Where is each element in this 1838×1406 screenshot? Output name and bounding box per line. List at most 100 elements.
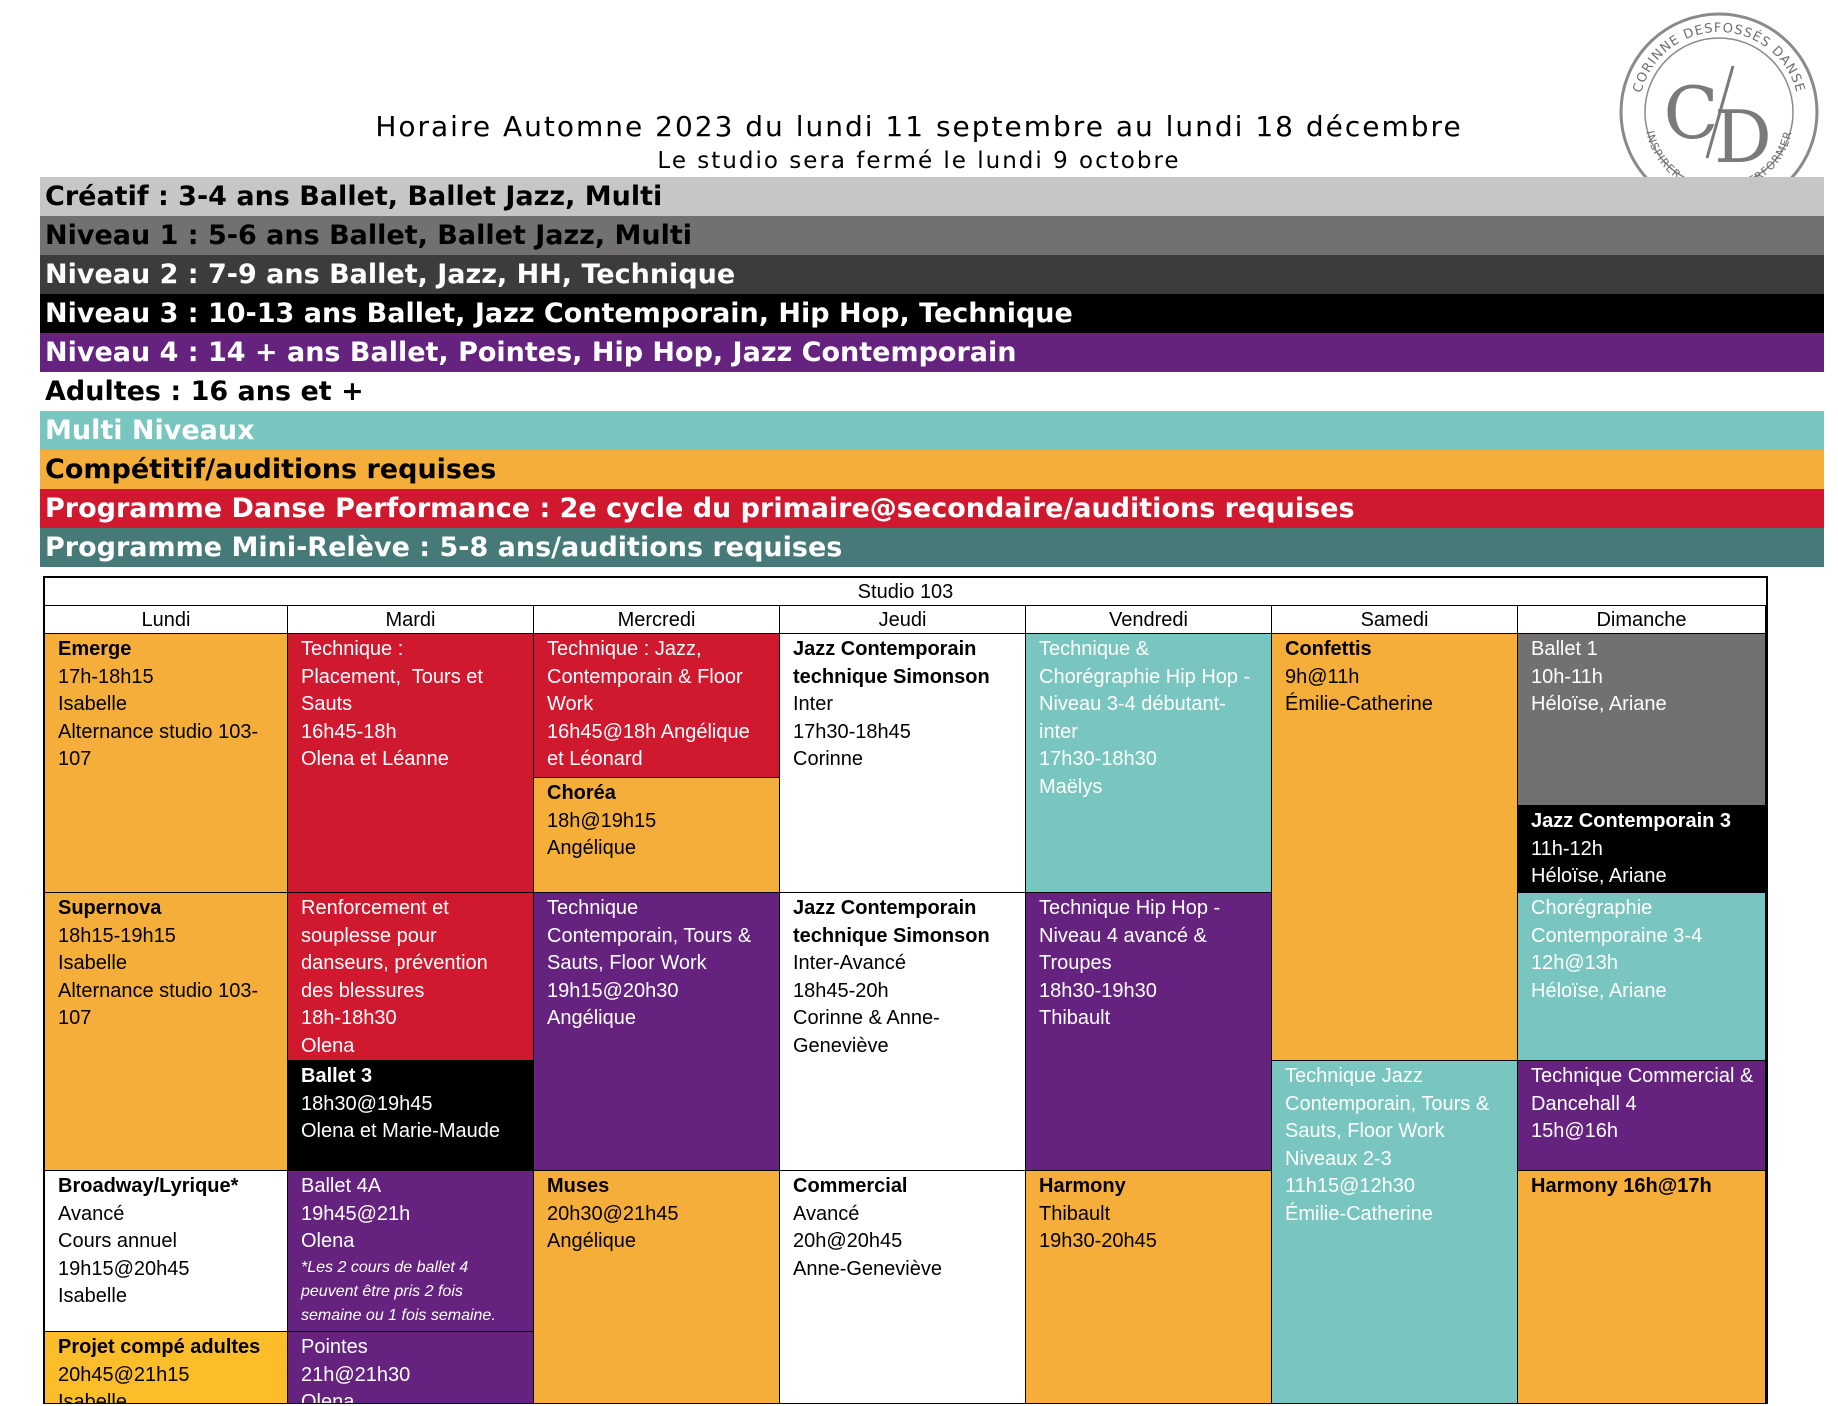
class-name: Broadway/Lyrique*	[58, 1175, 239, 1197]
class-name: Projet compé adultes	[58, 1336, 261, 1358]
class-detail: Héloïse, Ariane	[1531, 979, 1667, 1002]
legend-band: Compétitif/auditions requises	[40, 450, 1824, 489]
class-detail: Inter	[793, 693, 834, 715]
legend-band: Créatif : 3-4 ans Ballet, Ballet Jazz, M…	[40, 177, 1824, 216]
class-detail: Alternance studio 103-107	[58, 979, 259, 1030]
class-name: Choréa	[547, 782, 616, 804]
legend-band: Multi Niveaux	[40, 411, 1824, 450]
class-cell-mardi: Ballet 4A 19h45@21h Olena *Les 2 cours de b…	[288, 1171, 534, 1332]
legend-band: Niveau 4 : 14 + ans Ballet, Pointes, Hip…	[40, 333, 1824, 372]
class-detail: Isabelle	[58, 693, 127, 715]
day-header-jeudi: Jeudi	[780, 606, 1026, 634]
class-detail: Maëlys	[1039, 775, 1103, 798]
class-cell-samedi: Confettis 9h@11h Émilie-Catherine	[1272, 634, 1518, 1061]
class-detail: 19h15@20h45	[58, 1257, 190, 1280]
class-cell-mercredi: Technique Contemporain, Tours & Sauts, Fl…	[534, 893, 780, 1171]
class-detail: Olena	[301, 1230, 355, 1252]
class-detail: 19h45@21h	[301, 1202, 411, 1225]
class-detail: Angélique	[547, 1007, 636, 1029]
class-name: Technique : Jazz, Contemporain & Floor W…	[547, 638, 749, 715]
class-detail: Avancé	[793, 1202, 860, 1225]
class-detail: Corinne & Anne-Geneviève	[793, 1007, 940, 1057]
day-header-mercredi: Mercredi	[534, 606, 780, 634]
class-detail: 19h30-20h45	[1039, 1230, 1157, 1252]
class-detail: 18h45-20h	[793, 979, 889, 1002]
class-detail: 10h-11h	[1531, 665, 1603, 688]
class-detail: Olena et Léanne	[301, 748, 449, 770]
class-name: Confettis	[1285, 638, 1372, 660]
class-detail: Héloïse, Ariane	[1531, 865, 1667, 887]
class-detail: 17h-18h15	[58, 665, 154, 688]
class-detail: Contemporaine 3-4	[1531, 924, 1703, 947]
class-cell-mercredi: Technique : Jazz, Contemporain & Floor W…	[534, 634, 780, 778]
class-detail: Anne-Geneviève	[793, 1257, 942, 1280]
class-detail: Niveaux 2-3	[1285, 1147, 1392, 1170]
class-name: Technique Hip Hop - Niveau 4 avancé & Tr…	[1039, 897, 1226, 974]
closure-notice: Le studio sera fermé le lundi 9 octobre	[657, 148, 1181, 174]
class-detail: Isabelle	[58, 952, 127, 974]
legend-band: Niveau 2 : 7-9 ans Ballet, Jazz, HH, Tec…	[40, 255, 1824, 294]
class-name: Muses	[547, 1175, 610, 1197]
class-cell-vendredi: Technique & Chorégraphie Hip Hop - Nivea…	[1026, 634, 1272, 893]
class-name: Technique :	[301, 638, 404, 660]
class-detail: 16h45@18h Angélique et Léonard	[547, 720, 756, 771]
class-name: Supernova	[58, 897, 162, 919]
class-cell-vendredi: Harmony Thibault 19h30-20h45	[1026, 1171, 1272, 1404]
legend-band: Programme Mini-Relève : 5-8 ans/audition…	[40, 528, 1824, 567]
class-detail: Isabelle	[58, 1285, 127, 1307]
class-detail: Angélique	[547, 837, 636, 859]
class-cell-dimanche: Chorégraphie Contemporaine 3-4 12h@13h Hélo…	[1518, 893, 1766, 1061]
class-name: Renforcement et souplesse pour danseurs,…	[301, 897, 494, 1002]
class-detail: Alternance studio 103-107	[58, 720, 259, 771]
class-name: Technique & Chorégraphie Hip Hop - Nivea…	[1039, 638, 1256, 743]
class-detail: 12h@13h	[1531, 952, 1619, 974]
class-cell-lundi: Supernova 18h15-19h15 Isabelle Alternance s…	[45, 893, 288, 1171]
class-cell-dimanche: Jazz Contemporain 3 11h-12h Héloïse, Arian…	[1518, 806, 1766, 893]
class-detail: Corinne	[793, 748, 864, 770]
class-name: Ballet 4A	[301, 1175, 382, 1197]
class-detail: Placement, Tours et Sauts	[301, 665, 489, 716]
class-cell-mardi: Pointes 21h@21h30 Olena	[288, 1332, 534, 1404]
class-detail: 21h@21h30	[301, 1363, 411, 1386]
class-detail: Olena	[301, 1034, 355, 1057]
class-detail: Émilie-Catherine	[1285, 1202, 1433, 1225]
class-cell-jeudi: Jazz Contemporain technique Simonson Inte…	[780, 634, 1026, 893]
class-name: Ballet 1	[1531, 638, 1598, 660]
class-name: Commercial	[793, 1175, 908, 1197]
class-detail: Contemporain, Tours & Sauts, Floor Work	[547, 924, 757, 975]
class-name: Jazz Contemporain 3	[1531, 810, 1732, 832]
legend-band: Niveau 3 : 10-13 ans Ballet, Jazz Contem…	[40, 294, 1824, 333]
class-detail: 18h30-19h30	[1039, 979, 1157, 1002]
legend-band: Niveau 1 : 5-6 ans Ballet, Ballet Jazz, …	[40, 216, 1824, 255]
class-name: Pointes	[301, 1336, 368, 1358]
class-detail: Isabelle	[58, 1391, 127, 1404]
legend-band: Programme Danse Performance : 2e cycle d…	[40, 489, 1824, 528]
class-cell-dimanche: Ballet 1 10h-11h Héloïse, Ariane	[1518, 634, 1766, 806]
class-cell-vendredi: Technique Hip Hop - Niveau 4 avancé & Tr…	[1026, 893, 1272, 1171]
class-cell-mardi: Ballet 3 18h30@19h45 Olena et Marie-Maude	[288, 1061, 534, 1171]
studio-title: Studio 103	[45, 578, 1766, 606]
class-detail: 9h@11h	[1285, 665, 1360, 688]
class-detail: Olena	[301, 1391, 355, 1404]
class-name: Emerge	[58, 638, 132, 660]
class-detail: 19h15@20h30	[547, 979, 679, 1002]
class-detail: Thibault	[1039, 1007, 1111, 1029]
class-name: Technique	[547, 897, 639, 919]
class-detail: Avancé	[58, 1202, 125, 1225]
schedule-title: Horaire Automne 2023 du lundi 11 septemb…	[375, 110, 1463, 143]
class-detail: 18h15-19h15	[58, 924, 176, 947]
day-header-mardi: Mardi	[288, 606, 534, 634]
class-detail: 11h15@12h30	[1285, 1175, 1416, 1197]
class-detail: 18h@19h15	[547, 809, 657, 832]
class-cell-lundi: Projet compé adultes 20h45@21h15 Isabelle	[45, 1332, 288, 1404]
class-name: Harmony 16h@17h	[1531, 1175, 1712, 1197]
day-header-dimanche: Dimanche	[1518, 606, 1766, 634]
class-name: Technique Commercial & Dancehall 4	[1531, 1065, 1759, 1115]
class-name: Harmony	[1039, 1175, 1126, 1197]
day-header-vendredi: Vendredi	[1026, 606, 1272, 634]
class-detail: 20h30@21h45	[547, 1202, 679, 1225]
class-detail: 18h30@19h45	[301, 1092, 433, 1115]
class-note: *Les 2 cours de ballet 4 peuvent être pr…	[301, 1258, 496, 1324]
class-detail: 20h@20h45	[793, 1230, 903, 1252]
class-detail: 17h30-18h45	[793, 720, 911, 743]
